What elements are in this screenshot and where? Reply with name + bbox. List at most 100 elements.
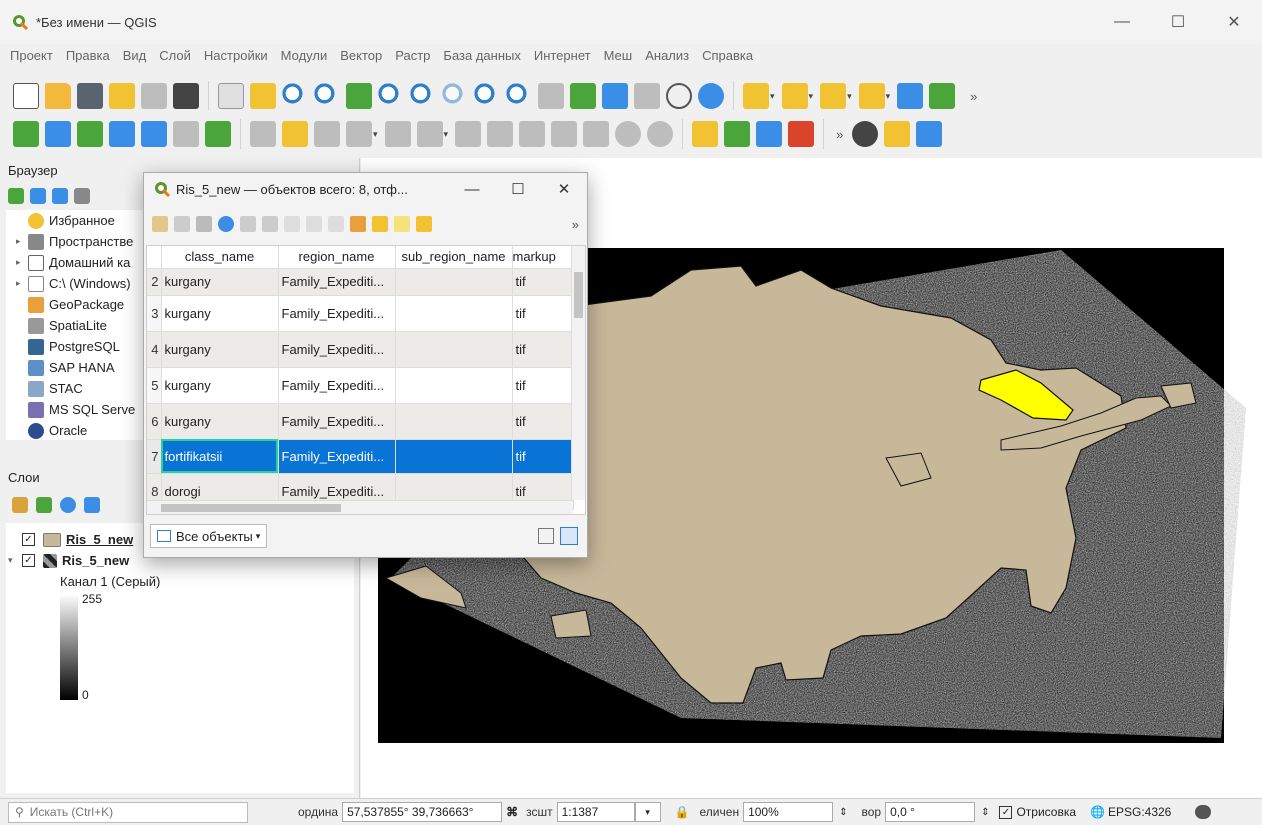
- menu-project[interactable]: Проект: [10, 48, 53, 63]
- layer-visibility-checkbox[interactable]: ✓: [22, 554, 35, 567]
- menu-settings[interactable]: Настройки: [204, 48, 268, 63]
- save-edits-icon[interactable]: [196, 216, 212, 232]
- delete-selected-icon[interactable]: [416, 121, 443, 147]
- new-project-icon[interactable]: [13, 83, 39, 109]
- table-row[interactable]: 4 kurgany Family_Expediti... tif: [147, 331, 574, 368]
- expand-chevron-icon[interactable]: ▾: [6, 555, 18, 566]
- new-shapefile-icon[interactable]: [205, 121, 231, 147]
- dialog-close-button[interactable]: ✕: [541, 173, 587, 205]
- cut-features-icon[interactable]: [519, 121, 546, 147]
- delete-feature-icon[interactable]: [262, 216, 278, 232]
- deselect-all-icon[interactable]: [416, 216, 432, 232]
- toggle-editing-icon[interactable]: [152, 216, 168, 232]
- scale-dropdown[interactable]: ▾: [634, 802, 661, 822]
- current-edits-icon[interactable]: [250, 121, 276, 147]
- toggle-editing-icon[interactable]: [282, 121, 308, 147]
- paste-icon[interactable]: [328, 216, 344, 232]
- close-button[interactable]: ✕: [1206, 0, 1262, 44]
- rotation-spinner[interactable]: ⇕: [981, 807, 989, 818]
- zoom-out-icon[interactable]: [314, 83, 340, 109]
- table-row[interactable]: 2 kurgany Family_Expediti... tif: [147, 268, 574, 296]
- identify-select-icon[interactable]: [858, 83, 885, 109]
- column-header-sub-region-name[interactable]: sub_region_name: [395, 246, 513, 269]
- help-icon[interactable]: [916, 121, 943, 147]
- select-features-icon[interactable]: [743, 83, 769, 109]
- zoom-native-icon[interactable]: [442, 83, 468, 109]
- open-attribute-table-icon[interactable]: [929, 83, 956, 109]
- crs-button[interactable]: EPSG:4326: [1108, 805, 1171, 819]
- add-wms-icon[interactable]: [173, 121, 199, 147]
- add-raster-layer-icon[interactable]: [45, 121, 71, 147]
- menu-mesh[interactable]: Меш: [604, 48, 633, 63]
- add-vector-layer-icon[interactable]: [13, 121, 39, 147]
- add-layers-icon[interactable]: [8, 188, 24, 204]
- temporal-controller-icon[interactable]: [666, 83, 692, 109]
- visibility-icon[interactable]: [60, 497, 76, 513]
- save-project-icon[interactable]: [77, 83, 103, 109]
- magnifier-spinner[interactable]: ⇕: [839, 807, 847, 818]
- zoom-selection-icon[interactable]: [378, 83, 404, 109]
- plugins-icon[interactable]: [852, 121, 879, 147]
- extents-toggle-icon[interactable]: ⌘: [506, 805, 518, 819]
- maximize-button[interactable]: ☐: [1150, 0, 1206, 44]
- modify-attributes-icon[interactable]: [455, 121, 482, 147]
- table-row[interactable]: 5 kurgany Family_Expediti... tif: [147, 367, 574, 404]
- table-row[interactable]: 6 kurgany Family_Expediti... tif: [147, 403, 574, 440]
- filter-legend-icon[interactable]: [84, 497, 100, 513]
- menu-view[interactable]: Вид: [123, 48, 147, 63]
- digitize-line-icon[interactable]: [346, 121, 372, 147]
- zoom-in-icon[interactable]: [282, 83, 308, 109]
- browser-refresh-icon[interactable]: [30, 188, 46, 204]
- style-manager-icon[interactable]: [173, 83, 199, 109]
- add-spatialite-icon[interactable]: [109, 121, 135, 147]
- print-layout-icon[interactable]: [141, 83, 167, 109]
- select-all-icon[interactable]: [372, 216, 388, 232]
- search-input[interactable]: Искать (Ctrl+K): [30, 805, 113, 819]
- pan-to-selection-icon[interactable]: [250, 83, 276, 109]
- horizontal-scroll-thumb[interactable]: [161, 504, 341, 512]
- paste-features-icon[interactable]: [583, 121, 610, 147]
- messages-icon[interactable]: [1195, 805, 1212, 819]
- lock-scale-icon[interactable]: 🔒: [675, 805, 690, 819]
- diagram-icon[interactable]: [724, 121, 751, 147]
- minimize-button[interactable]: —: [1094, 0, 1150, 44]
- layer-visibility-checkbox[interactable]: ✓: [22, 533, 35, 546]
- python-console-icon[interactable]: [884, 121, 911, 147]
- magnifier-field[interactable]: 100%: [743, 802, 834, 822]
- redo-icon[interactable]: [647, 121, 674, 147]
- column-header-markup[interactable]: markup: [512, 246, 574, 269]
- zoom-next-icon[interactable]: [506, 83, 532, 109]
- bookmark-icon[interactable]: [602, 83, 628, 109]
- menu-database[interactable]: База данных: [443, 48, 520, 63]
- save-edits-icon[interactable]: [314, 121, 340, 147]
- dialog-toolbar-overflow-icon[interactable]: »: [572, 217, 579, 232]
- identify-features-icon[interactable]: [897, 83, 924, 109]
- dialog-maximize-button[interactable]: ☐: [495, 173, 541, 205]
- menu-layer[interactable]: Слой: [159, 48, 191, 63]
- add-group-icon[interactable]: [36, 497, 52, 513]
- vertical-scrollbar[interactable]: [571, 246, 585, 500]
- undo-icon[interactable]: [615, 121, 642, 147]
- save-as-icon[interactable]: [109, 83, 135, 109]
- zoom-last-icon[interactable]: [474, 83, 500, 109]
- locator-search[interactable]: ⚲ Искать (Ctrl+K): [8, 801, 248, 823]
- toolbar-overflow-icon[interactable]: »: [970, 89, 977, 104]
- pan-hand-icon[interactable]: [218, 83, 244, 109]
- copy-icon[interactable]: [306, 216, 322, 232]
- form-view-icon[interactable]: [538, 528, 554, 544]
- copy-features-icon[interactable]: [551, 121, 578, 147]
- vertical-scroll-thumb[interactable]: [574, 272, 583, 318]
- menu-plugins[interactable]: Модули: [281, 48, 328, 63]
- scale-field[interactable]: 1:1387: [556, 802, 635, 822]
- table-view-icon[interactable]: [560, 527, 578, 545]
- add-feature-icon[interactable]: [240, 216, 256, 232]
- pin-labels-icon[interactable]: [756, 121, 783, 147]
- filter-features-button[interactable]: Все объекты ▾: [150, 524, 268, 548]
- vertex-tool-icon[interactable]: [384, 121, 411, 147]
- deselect-icon[interactable]: [820, 83, 847, 109]
- add-mssql-icon[interactable]: [141, 121, 167, 147]
- corner-header[interactable]: [147, 246, 162, 269]
- zoom-layer-icon[interactable]: [410, 83, 436, 109]
- menu-help[interactable]: Справка: [702, 48, 753, 63]
- table-row[interactable]: 3 kurgany Family_Expediti... tif: [147, 295, 574, 332]
